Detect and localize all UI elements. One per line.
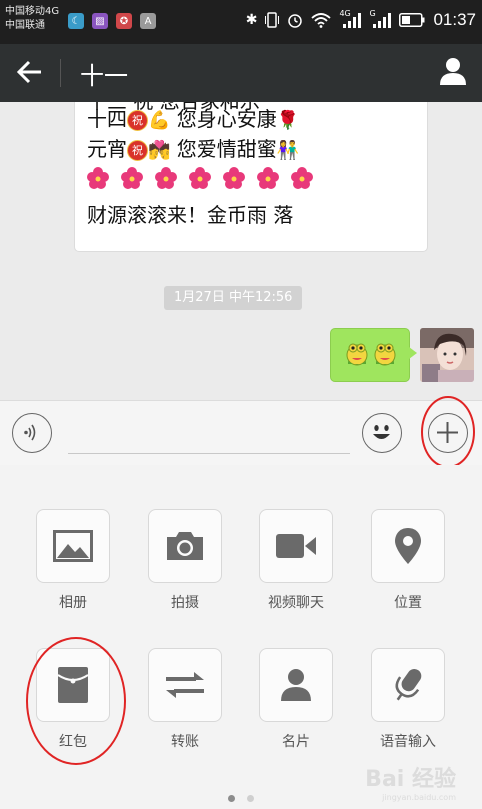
clock: 01:37 [433,10,476,29]
feature-video-chat[interactable]: 视频聊天 [259,509,333,612]
microphone-icon [395,668,422,701]
flower-emoji-icon [87,167,109,189]
couple-emoji-icon: 👫 [276,140,300,161]
carrier-2: 中国联通 [5,20,45,31]
flower-emoji-icon [121,167,143,189]
carrier-info: 中国移动4G 中国联通 [5,5,59,33]
camera-icon [167,532,203,560]
carrier-1: 中国移动4G [5,6,60,17]
status-bar: 中国移动4G 中国联通 ☾ ▨ ✪ A ✱ 4G G 01:37 [0,0,482,44]
flower-emoji-icon [155,167,177,189]
feature-label: 位置 [394,595,422,611]
feature-label: 转账 [171,734,199,750]
vibrate-icon [265,12,280,28]
watermark-logo: Bai 经验 jingyan.baidu.com [365,767,456,802]
gallery-app-icon: ▨ [92,13,108,29]
game-app-icon: ✪ [116,13,132,29]
feature-label: 相册 [59,595,87,611]
rose-emoji-icon: 🌹 [276,110,300,131]
kiss-emoji-icon: 💏 [148,140,171,161]
muscle-emoji-icon: 💪 [148,110,171,131]
feature-album[interactable]: 相册 [36,509,110,612]
location-icon [395,528,421,564]
flower-emoji-icon [223,167,245,189]
outgoing-message-bubble[interactable] [330,328,417,382]
flower-emoji-icon [291,167,313,189]
plus-icon [437,422,458,443]
chat-area[interactable]: 十三 祝 您合家和乐 十四祝💪 您身心安康🌹 元宵祝💏 您爱情甜蜜👫 财源滚滚来… [0,102,482,400]
page-dot-active[interactable] [228,795,235,802]
alarm-icon [288,14,303,28]
notification-icons: ☾ ▨ ✪ A [68,13,156,29]
feature-label: 名片 [282,734,310,750]
video-icon [276,534,316,558]
zhu-emoji-icon: 祝 [127,110,148,131]
message-line-4: 财源滚滚来！金币雨 落 [87,203,294,227]
input-bar [0,400,482,466]
chat-title: 十一 [80,62,128,90]
message-timestamp: 1月27日 中午12:56 [164,286,303,310]
more-features-button[interactable] [428,413,468,453]
signal-4g: 4G [339,9,362,29]
flower-emoji-icon [189,167,211,189]
feature-label: 语音输入 [380,734,436,750]
frog-emoji-icon [374,343,396,366]
feature-transfer[interactable]: 转账 [148,648,222,751]
title-divider [60,59,61,87]
message-line-2: 十四祝 💪 您身心安康🌹 [87,107,300,131]
page-dot[interactable] [247,795,254,802]
transfer-icon [166,672,204,698]
feature-camera[interactable]: 拍摄 [148,509,222,612]
font-app-icon: A [140,13,156,29]
user-avatar[interactable] [420,328,474,382]
feature-label: 拍摄 [171,595,199,611]
feature-label: 视频聊天 [268,595,324,611]
message-line-flowers [87,167,325,191]
message-input[interactable] [68,415,350,454]
battery-icon [399,13,425,27]
emoji-button[interactable] [362,413,402,453]
frog-emoji-icon [346,343,368,366]
zhu-emoji-icon: 祝 [127,140,148,161]
smiley-icon [373,425,390,439]
voice-mode-button[interactable] [12,413,52,453]
feature-panel: 相册 拍摄 视频聊天 位置 红包 转账 名片 语音输入 Bai 经验 jingy… [0,465,482,809]
feature-red-envelope[interactable]: 红包 [36,648,110,751]
feature-voice-input[interactable]: 语音输入 [371,648,445,751]
signal-g: G [369,9,392,29]
feature-label: 红包 [59,734,87,750]
arrow-left-icon[interactable] [16,58,44,86]
contact-card-icon [281,669,311,701]
avatar-photo [420,328,474,382]
red-envelope-icon [57,667,89,703]
feature-location[interactable]: 位置 [371,509,445,612]
message-line-3: 元宵祝 💏 您爱情甜蜜👫 [87,137,300,161]
status-indicators: ✱ 4G G 01:37 [245,9,476,30]
voice-icon [24,424,36,441]
title-bar: 十一 [0,44,482,102]
incoming-message-bubble[interactable]: 十三 祝 您合家和乐 十四祝💪 您身心安康🌹 元宵祝💏 您爱情甜蜜👫 财源滚滚来… [74,102,428,252]
flower-emoji-icon [257,167,279,189]
bluetooth-icon: ✱ [245,12,258,28]
image-icon [53,530,93,562]
wechat-chat-screen: 中国移动4G 中国联通 ☾ ▨ ✪ A ✱ 4G G 01:37 十一 十四 祝… [0,0,482,809]
feature-contact-card[interactable]: 名片 [259,648,333,751]
moon-app-icon: ☾ [68,13,84,29]
person-icon[interactable] [438,56,468,86]
wifi-icon [311,13,332,28]
